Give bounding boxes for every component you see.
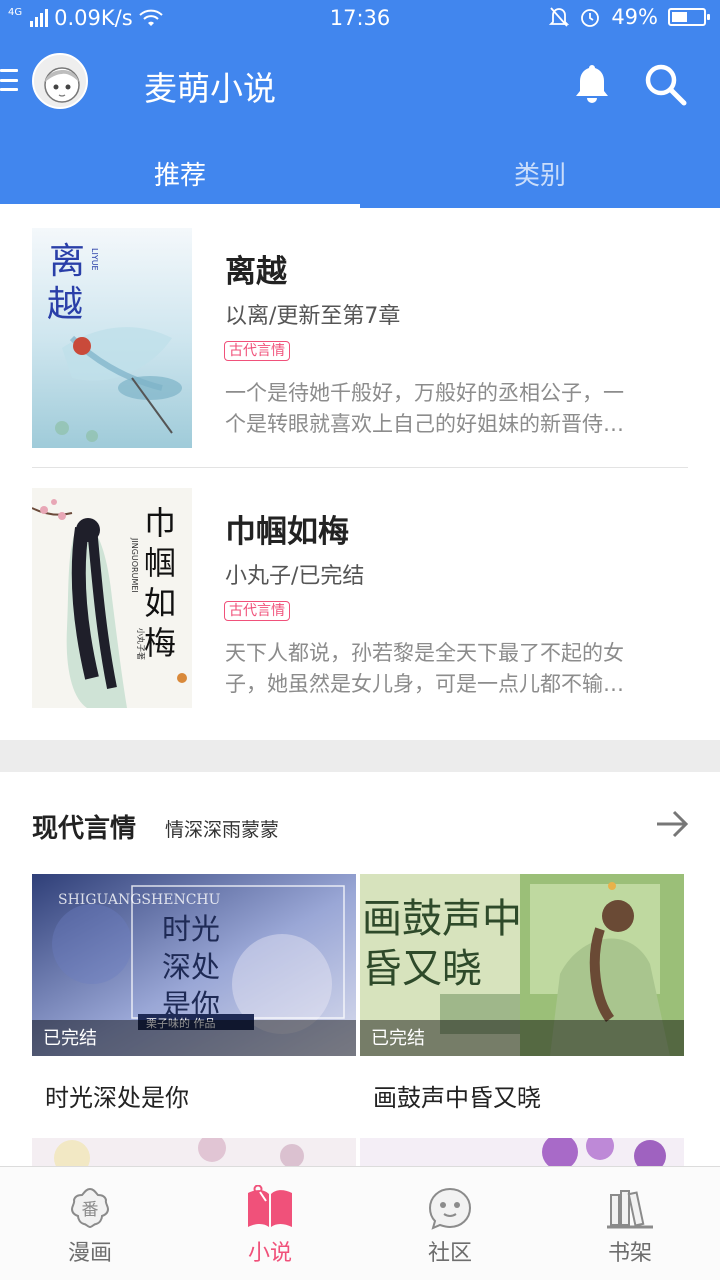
grid-book-title[interactable]: 画鼓声中昏又晓 [360, 1078, 684, 1113]
cover-subtitle: LIYUE [90, 248, 99, 271]
section-card: 现代言情 情深深雨蒙蒙 SHIGUANGSHENCHU 时光 深处 是你 栗子味… [0, 772, 720, 1192]
nav-label: 小说 [247, 1241, 292, 1266]
cover-image: 巾 帼 如 梅 JINGUORUMEI 小丸子著 [32, 488, 192, 708]
cover-author: 小丸子著 [136, 628, 146, 660]
battery-percent: 49% [611, 5, 658, 29]
cover-subtitle: JINGUORUMEI [130, 537, 139, 593]
genre-tag: 古代言情 [224, 341, 290, 361]
book-description: 一个是待她千般好，万般好的丞相公子，一 个是转眼就喜欢上自己的好姐妹的新晋侍… [225, 378, 687, 440]
cover-image [360, 1138, 684, 1168]
grid-book-item[interactable]: SHIGUANGSHENCHU 时光 深处 是你 栗子味的 作品 已完结 时光深… [32, 874, 356, 1113]
nav-label: 漫画 [67, 1241, 112, 1266]
nav-community[interactable]: 社区 [360, 1167, 540, 1280]
nav-novel[interactable]: 小说 [180, 1167, 360, 1280]
alarm-icon [581, 9, 600, 27]
book-meta: 以离/更新至第7章 [225, 304, 401, 329]
bell-icon[interactable] [572, 62, 612, 104]
book-description: 天下人都说，孙若黎是全天下最了不起的女 子，她虽然是女儿身，可是一点儿都不输… [225, 638, 687, 700]
tab-bar: 推荐 类别 [0, 136, 720, 208]
book-item[interactable]: 离 越 LIYUE 离越 以离/更新至第7章 古代言情 一个是待她千般好，万般好… [0, 228, 720, 448]
book-title[interactable]: 巾帼如梅 [225, 506, 349, 551]
cover-title-line: 画鼓声中 [362, 896, 522, 942]
grid-book-item[interactable]: 画鼓声中 昏又晓 已完结 画鼓声中昏又晓 [360, 874, 684, 1113]
silent-bell-icon [549, 7, 570, 27]
grid-book-cover[interactable]: 画鼓声中 昏又晓 已完结 [360, 874, 684, 1056]
cover-title-char: 帼 [144, 544, 176, 582]
app-title: 麦萌小说 [144, 69, 276, 108]
grid-book-cover-partial[interactable] [32, 1138, 356, 1168]
cover-title-line: 昏又晓 [362, 946, 482, 992]
desc-line: 天下人都说，孙若黎是全天下最了不起的女 [225, 641, 624, 665]
nav-label: 社区 [427, 1241, 472, 1266]
status-badge: 已完结 [360, 1020, 684, 1056]
avatar[interactable] [32, 53, 88, 109]
genre-tag: 古代言情 [224, 601, 290, 621]
cover-title-char: 离 [49, 241, 85, 282]
desc-line: 个是转眼就喜欢上自己的好姐妹的新晋侍… [225, 412, 624, 436]
book-meta: 小丸子/已完结 [225, 564, 365, 589]
cover-title-char: 越 [47, 284, 83, 325]
nav-bookshelf[interactable]: 书架 [540, 1167, 720, 1280]
cover-title-line: 时光 [162, 912, 220, 946]
cover-top-text: SHIGUANGSHENCHU [58, 892, 221, 908]
cover-title-line: 深处 [162, 950, 220, 984]
tab-category[interactable]: 类别 [360, 136, 720, 208]
book-item[interactable]: 巾 帼 如 梅 JINGUORUMEI 小丸子著 巾帼如梅 小丸子/已完结 古代… [0, 488, 720, 708]
grid-book-title[interactable]: 时光深处是你 [32, 1078, 356, 1113]
book-title[interactable]: 离越 [225, 246, 287, 291]
section-subtitle: 情深深雨蒙蒙 [165, 819, 280, 841]
arrow-right-icon[interactable] [654, 806, 690, 842]
grid-book-cover-partial[interactable] [360, 1138, 684, 1168]
comic-icon: 番 [70, 1187, 110, 1229]
bottom-nav: 番 漫画 小说 社区 书架 [0, 1166, 720, 1280]
cover-title-char: 巾 [144, 504, 176, 542]
desc-line: 一个是待她千般好，万般好的丞相公子，一 [225, 381, 624, 405]
desc-line: 子，她虽然是女儿身，可是一点儿都不输… [225, 672, 624, 696]
book-list-card: 离 越 LIYUE 离越 以离/更新至第7章 古代言情 一个是待她千般好，万般好… [0, 208, 720, 740]
book-cover[interactable]: 离 越 LIYUE [32, 228, 192, 448]
grid-book-cover[interactable]: SHIGUANGSHENCHU 时光 深处 是你 栗子味的 作品 已完结 [32, 874, 356, 1056]
novel-icon [248, 1185, 292, 1227]
community-icon [428, 1187, 472, 1230]
cover-title-char: 如 [144, 584, 176, 622]
bookshelf-icon [607, 1190, 653, 1229]
section-title: 现代言情 [32, 814, 137, 844]
cover-title-char: 梅 [144, 624, 176, 662]
cover-image [32, 1138, 356, 1168]
status-badge: 已完结 [32, 1020, 356, 1056]
avatar-image [34, 55, 86, 107]
menu-icon[interactable] [0, 69, 18, 91]
tab-recommend[interactable]: 推荐 [0, 136, 360, 208]
battery-fill [672, 12, 687, 22]
nav-comic[interactable]: 番 漫画 [0, 1167, 180, 1280]
status-bar: 4G 0.09K/s 17:36 49% [0, 0, 720, 38]
book-cover[interactable]: 巾 帼 如 梅 JINGUORUMEI 小丸子著 [32, 488, 192, 708]
search-icon[interactable] [642, 61, 688, 107]
cover-image: 离 越 LIYUE [32, 228, 192, 448]
comic-glyph: 番 [82, 1200, 99, 1220]
nav-label: 书架 [607, 1241, 652, 1266]
battery-icon [668, 8, 710, 26]
divider [32, 467, 688, 468]
app-bar: 麦萌小说 [0, 38, 720, 136]
